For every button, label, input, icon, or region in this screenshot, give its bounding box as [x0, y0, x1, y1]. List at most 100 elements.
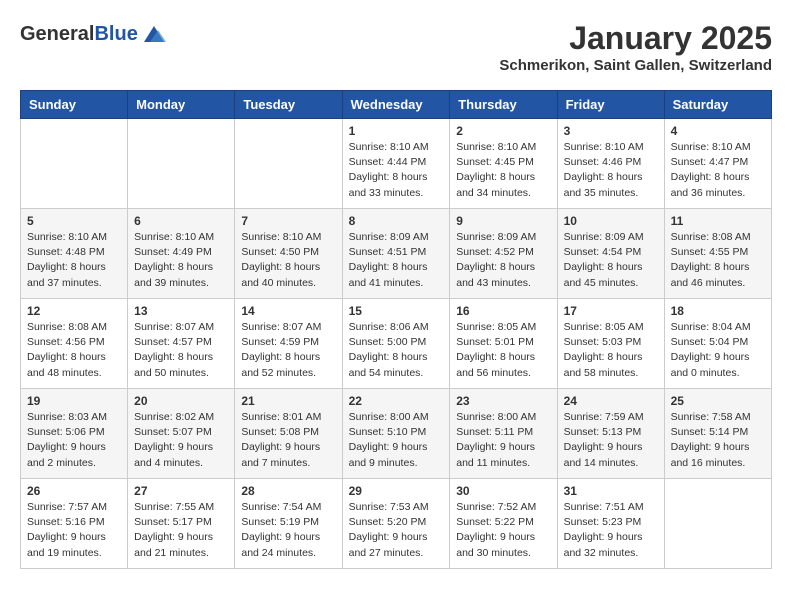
calendar-cell: 26Sunrise: 7:57 AM Sunset: 5:16 PM Dayli… — [21, 479, 128, 569]
day-number: 16 — [456, 304, 550, 318]
page-header: GeneralBlue January 2025 Schmerikon, Sai… — [20, 20, 772, 74]
calendar-cell — [21, 119, 128, 209]
calendar-cell: 20Sunrise: 8:02 AM Sunset: 5:07 PM Dayli… — [128, 389, 235, 479]
day-number: 7 — [241, 214, 335, 228]
day-number: 21 — [241, 394, 335, 408]
day-info: Sunrise: 8:10 AM Sunset: 4:47 PM Dayligh… — [671, 140, 765, 201]
day-info: Sunrise: 7:53 AM Sunset: 5:20 PM Dayligh… — [349, 500, 444, 561]
calendar-cell: 24 Sunrise: 7:59 AM Sunset: 5:13 PM Dayli… — [557, 389, 664, 479]
day-number: 6 — [134, 214, 228, 228]
weekday-header-tuesday: Tuesday — [235, 91, 342, 119]
calendar-cell: 15 Sunrise: 8:06 AM Sunset: 5:00 PM Dayli… — [342, 299, 450, 389]
day-info: Sunrise: 8:10 AM Sunset: 4:45 PM Dayligh… — [456, 140, 550, 201]
calendar-cell: 11 Sunrise: 8:08 AM Sunset: 4:55 PM Dayli… — [664, 209, 771, 299]
day-info: Sunrise: 8:10 AM Sunset: 4:44 PM Dayligh… — [349, 140, 444, 201]
day-number: 19 — [27, 394, 121, 408]
day-info: Sunrise: 8:10 AM Sunset: 4:48 PM Dayligh… — [27, 230, 121, 291]
day-number: 20 — [134, 394, 228, 408]
day-number: 26 — [27, 484, 121, 498]
day-info: Sunrise: 8:03 AM Sunset: 5:06 PM Dayligh… — [27, 410, 121, 471]
weekday-header-row: SundayMondayTuesdayWednesdayThursdayFrid… — [21, 91, 772, 119]
week-row-4: 19 Sunrise: 8:03 AM Sunset: 5:06 PM Dayli… — [21, 389, 772, 479]
day-info: Sunrise: 8:07 AM Sunset: 4:59 PM Dayligh… — [241, 320, 335, 381]
day-number: 27 — [134, 484, 228, 498]
title-block: January 2025 Schmerikon, Saint Gallen, S… — [499, 20, 772, 74]
calendar-cell: 22Sunrise: 8:00 AM Sunset: 5:10 PM Dayli… — [342, 389, 450, 479]
day-number: 14 — [241, 304, 335, 318]
day-number: 9 — [456, 214, 550, 228]
calendar-cell: 12 Sunrise: 8:08 AM Sunset: 4:56 PM Dayli… — [21, 299, 128, 389]
logo-blue-text: Blue — [94, 23, 137, 45]
location-subtitle: Schmerikon, Saint Gallen, Switzerland — [499, 57, 772, 74]
logo: GeneralBlue — [20, 20, 168, 48]
day-number: 13 — [134, 304, 228, 318]
day-info: Sunrise: 8:08 AM Sunset: 4:55 PM Dayligh… — [671, 230, 765, 291]
weekday-header-friday: Friday — [557, 91, 664, 119]
week-row-2: 5 Sunrise: 8:10 AM Sunset: 4:48 PM Daylig… — [21, 209, 772, 299]
day-info: Sunrise: 8:07 AM Sunset: 4:57 PM Dayligh… — [134, 320, 228, 381]
day-info: Sunrise: 8:10 AM Sunset: 4:46 PM Dayligh… — [564, 140, 658, 201]
day-number: 15 — [349, 304, 444, 318]
weekday-header-wednesday: Wednesday — [342, 91, 450, 119]
calendar-cell: 9Sunrise: 8:09 AM Sunset: 4:52 PM Daylig… — [450, 209, 557, 299]
day-number: 8 — [349, 214, 444, 228]
calendar-cell: 7Sunrise: 8:10 AM Sunset: 4:50 PM Daylig… — [235, 209, 342, 299]
calendar-cell: 16 Sunrise: 8:05 AM Sunset: 5:01 PM Dayli… — [450, 299, 557, 389]
day-info: Sunrise: 7:59 AM Sunset: 5:13 PM Dayligh… — [564, 410, 658, 471]
day-number: 29 — [349, 484, 444, 498]
calendar-cell: 6 Sunrise: 8:10 AM Sunset: 4:49 PM Daylig… — [128, 209, 235, 299]
day-info: Sunrise: 7:54 AM Sunset: 5:19 PM Dayligh… — [241, 500, 335, 561]
day-info: Sunrise: 8:09 AM Sunset: 4:51 PM Dayligh… — [349, 230, 444, 291]
calendar-cell: 8 Sunrise: 8:09 AM Sunset: 4:51 PM Daylig… — [342, 209, 450, 299]
calendar-cell: 2 Sunrise: 8:10 AM Sunset: 4:45 PM Daylig… — [450, 119, 557, 209]
day-number: 12 — [27, 304, 121, 318]
calendar-cell: 4 Sunrise: 8:10 AM Sunset: 4:47 PM Daylig… — [664, 119, 771, 209]
day-number: 25 — [671, 394, 765, 408]
calendar-cell: 30 Sunrise: 7:52 AM Sunset: 5:22 PM Dayli… — [450, 479, 557, 569]
calendar-cell: 31 Sunrise: 7:51 AM Sunset: 5:23 PM Dayli… — [557, 479, 664, 569]
day-number: 3 — [564, 124, 658, 138]
day-number: 2 — [456, 124, 550, 138]
day-number: 4 — [671, 124, 765, 138]
weekday-header-monday: Monday — [128, 91, 235, 119]
day-number: 30 — [456, 484, 550, 498]
day-info: Sunrise: 8:06 AM Sunset: 5:00 PM Dayligh… — [349, 320, 444, 381]
day-info: Sunrise: 8:09 AM Sunset: 4:54 PM Dayligh… — [564, 230, 658, 291]
calendar-cell: 25Sunrise: 7:58 AM Sunset: 5:14 PM Dayli… — [664, 389, 771, 479]
day-info: Sunrise: 7:51 AM Sunset: 5:23 PM Dayligh… — [564, 500, 658, 561]
calendar-cell — [128, 119, 235, 209]
calendar-cell: 27 Sunrise: 7:55 AM Sunset: 5:17 PM Dayli… — [128, 479, 235, 569]
calendar-cell: 18Sunrise: 8:04 AM Sunset: 5:04 PM Dayli… — [664, 299, 771, 389]
week-row-3: 12 Sunrise: 8:08 AM Sunset: 4:56 PM Dayli… — [21, 299, 772, 389]
day-info: Sunrise: 8:10 AM Sunset: 4:49 PM Dayligh… — [134, 230, 228, 291]
day-info: Sunrise: 8:05 AM Sunset: 5:03 PM Dayligh… — [564, 320, 658, 381]
day-info: Sunrise: 7:52 AM Sunset: 5:22 PM Dayligh… — [456, 500, 550, 561]
day-info: Sunrise: 8:00 AM Sunset: 5:11 PM Dayligh… — [456, 410, 550, 471]
calendar-cell: 19 Sunrise: 8:03 AM Sunset: 5:06 PM Dayli… — [21, 389, 128, 479]
calendar-cell — [235, 119, 342, 209]
day-number: 5 — [27, 214, 121, 228]
day-number: 17 — [564, 304, 658, 318]
day-number: 11 — [671, 214, 765, 228]
day-info: Sunrise: 8:08 AM Sunset: 4:56 PM Dayligh… — [27, 320, 121, 381]
calendar-cell: 3 Sunrise: 8:10 AM Sunset: 4:46 PM Daylig… — [557, 119, 664, 209]
day-info: Sunrise: 8:00 AM Sunset: 5:10 PM Dayligh… — [349, 410, 444, 471]
calendar-cell: 17 Sunrise: 8:05 AM Sunset: 5:03 PM Dayli… — [557, 299, 664, 389]
day-number: 24 — [564, 394, 658, 408]
day-number: 31 — [564, 484, 658, 498]
week-row-1: 1Sunrise: 8:10 AM Sunset: 4:44 PM Daylig… — [21, 119, 772, 209]
day-info: Sunrise: 7:55 AM Sunset: 5:17 PM Dayligh… — [134, 500, 228, 561]
calendar-cell: 29 Sunrise: 7:53 AM Sunset: 5:20 PM Dayli… — [342, 479, 450, 569]
day-info: Sunrise: 8:05 AM Sunset: 5:01 PM Dayligh… — [456, 320, 550, 381]
calendar-cell: 21 Sunrise: 8:01 AM Sunset: 5:08 PM Dayli… — [235, 389, 342, 479]
day-info: Sunrise: 8:01 AM Sunset: 5:08 PM Dayligh… — [241, 410, 335, 471]
day-number: 23 — [456, 394, 550, 408]
week-row-5: 26Sunrise: 7:57 AM Sunset: 5:16 PM Dayli… — [21, 479, 772, 569]
calendar-cell: 14 Sunrise: 8:07 AM Sunset: 4:59 PM Dayli… — [235, 299, 342, 389]
calendar-table: SundayMondayTuesdayWednesdayThursdayFrid… — [20, 90, 772, 569]
logo-icon — [140, 20, 168, 48]
weekday-header-sunday: Sunday — [21, 91, 128, 119]
logo-general-text: General — [20, 23, 94, 45]
month-title: January 2025 — [499, 20, 772, 57]
calendar-cell: 10Sunrise: 8:09 AM Sunset: 4:54 PM Dayli… — [557, 209, 664, 299]
